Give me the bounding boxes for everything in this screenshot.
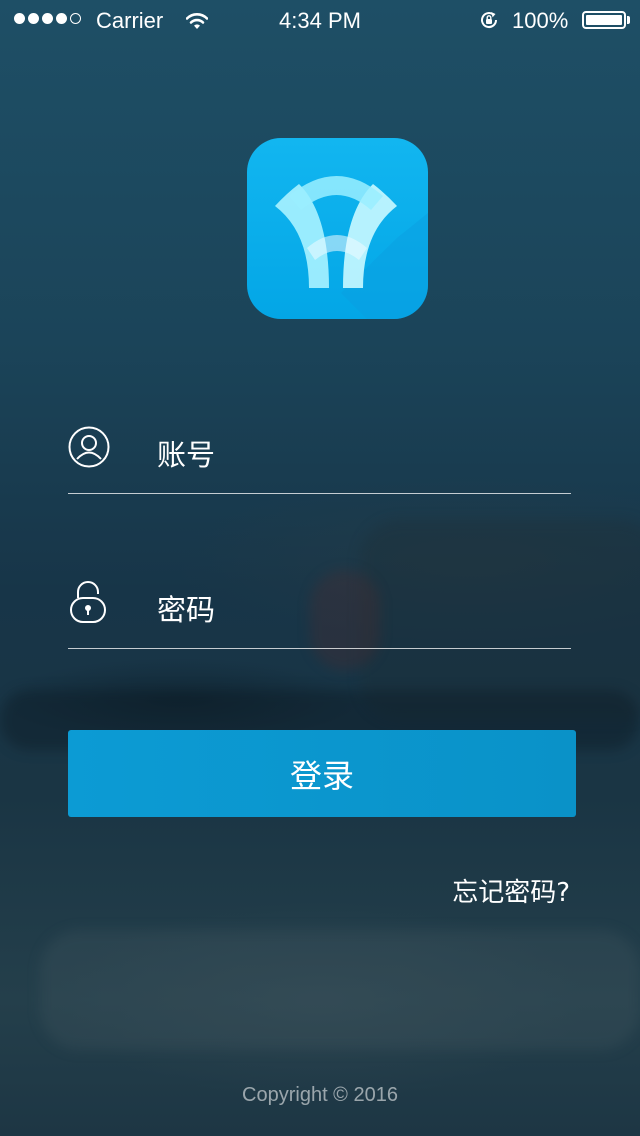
account-field[interactable]: 账号 — [68, 414, 571, 494]
forgot-password-link[interactable]: 忘记密码? — [452, 872, 570, 909]
copyright-text: Copyright © 2016 — [242, 1084, 398, 1106]
battery-level-fill — [586, 15, 622, 25]
password-field[interactable]: 密码 — [68, 569, 571, 649]
password-input[interactable]: 密码 — [157, 587, 215, 629]
battery-tip — [627, 16, 630, 24]
app-logo-icon — [247, 138, 428, 319]
battery-percentage: 100% — [512, 8, 569, 33]
password-underline — [68, 648, 571, 649]
background-blur-shape — [40, 930, 640, 1050]
status-bar: Carrier 4:34 PM 100% — [0, 0, 640, 40]
account-underline — [68, 493, 571, 494]
account-input[interactable]: 账号 — [157, 432, 215, 474]
user-icon — [68, 426, 110, 472]
rotation-lock-icon — [478, 9, 500, 37]
battery-icon — [582, 11, 626, 29]
login-button[interactable]: 登录 — [68, 730, 576, 817]
unlock-icon — [68, 581, 108, 629]
